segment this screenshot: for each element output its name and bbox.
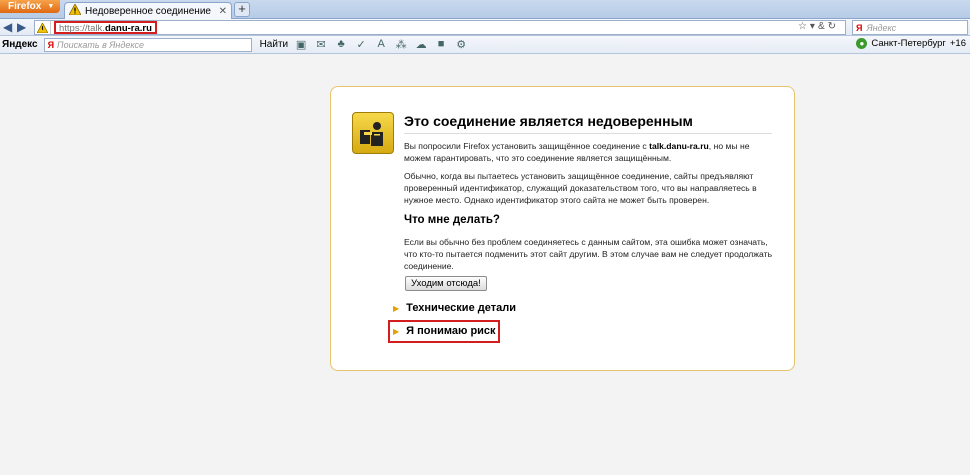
- yandex-find-button[interactable]: Найти: [260, 39, 289, 50]
- settings-gear-icon[interactable]: ⚙: [454, 38, 468, 51]
- understand-risks-expander[interactable]: ▶ Я понимаю риск: [393, 325, 496, 337]
- technical-details-label: Технические детали: [406, 302, 516, 314]
- intro-host: talk.danu-ra.ru: [649, 141, 709, 151]
- page-title: Это соединение является недоверенным: [404, 113, 772, 134]
- address-bar-icons: ☆▾&↻: [798, 21, 839, 32]
- yandex-tools: ▣ ✉ ♣ ✓ A ⁂ ☁ ■ ⚙: [294, 38, 468, 51]
- games-icon[interactable]: ♣: [334, 38, 348, 51]
- share-icon[interactable]: ⁂: [394, 38, 408, 51]
- navigation-toolbar: ◀ ▶ https://talk.danu-ra.ru ☆▾&↻ Я Яндек…: [0, 19, 970, 36]
- location-icon: ●: [856, 38, 868, 49]
- weather-widget[interactable]: ● Санкт-Петербург +16: [856, 38, 966, 49]
- error-page-container: Это соединение является недоверенным Вы …: [330, 86, 795, 371]
- translate-icon[interactable]: A: [374, 38, 388, 51]
- spellcheck-icon[interactable]: ✓: [354, 38, 368, 51]
- get-me-out-button[interactable]: Уходим отсюда!: [405, 276, 487, 291]
- mail-icon[interactable]: ✉: [314, 38, 328, 51]
- skin-icon[interactable]: ■: [434, 38, 448, 51]
- chevron-down-icon: ▼: [47, 3, 55, 10]
- url-text[interactable]: https://talk.danu-ra.ru: [54, 21, 157, 34]
- what-to-do-heading: Что мне делать?: [404, 214, 500, 226]
- page-content: Это соединение является недоверенным Вы …: [0, 55, 970, 475]
- url-prefix: https://talk.: [59, 23, 105, 34]
- search-placeholder: Яндекс: [866, 22, 897, 33]
- yandex-search-engine-icon[interactable]: Я: [856, 23, 862, 33]
- rss-icon[interactable]: &: [818, 21, 828, 32]
- search-input[interactable]: Я Яндекс: [852, 20, 968, 35]
- bookmark-star-icon[interactable]: ☆: [798, 21, 810, 32]
- dropdown-icon[interactable]: ▾: [810, 21, 818, 32]
- yandex-search-input[interactable]: Я Поискать в Яндексе: [43, 37, 252, 52]
- technical-details-expander[interactable]: ▶ Технические детали: [393, 302, 516, 314]
- firefox-menu-button[interactable]: Firefox ▼: [0, 0, 60, 13]
- yandex-icon: Я: [47, 39, 55, 50]
- yandex-search-placeholder: Поискать в Яндексе: [57, 39, 144, 50]
- close-tab-icon[interactable]: ✕: [219, 6, 227, 17]
- city-name: Санкт-Петербург: [871, 38, 946, 49]
- new-tab-button[interactable]: +: [234, 2, 250, 17]
- expand-arrow-icon: ▶: [393, 303, 400, 313]
- tab-strip: Firefox ▼ Недоверенное соединение ✕ +: [0, 0, 970, 19]
- bookmarks-icon[interactable]: ▣: [294, 38, 308, 51]
- yandex-logo[interactable]: Яндекс: [2, 39, 38, 50]
- tab-untrusted-connection[interactable]: Недоверенное соединение ✕: [64, 2, 232, 19]
- intro-text: Вы попросили Firefox установить защищённ…: [404, 140, 774, 164]
- policeman-warning-icon: [352, 112, 394, 154]
- forward-arrow-icon[interactable]: ▶: [17, 20, 26, 34]
- back-arrow-icon[interactable]: ◀: [3, 20, 12, 34]
- address-bar[interactable]: https://talk.danu-ra.ru ☆▾&↻: [34, 20, 846, 35]
- explanation-text: Обычно, когда вы пытаетесь установить за…: [404, 171, 757, 205]
- url-domain: danu-ra.ru: [104, 23, 152, 34]
- warning-icon: [68, 3, 82, 18]
- reload-icon[interactable]: ↻: [828, 21, 839, 32]
- yandex-toolbar: Яндекс Я Поискать в Яндексе Найти ▣ ✉ ♣ …: [0, 36, 970, 54]
- intro-part1: Вы попросили Firefox установить защищённ…: [404, 141, 650, 151]
- what-to-do-text: Если вы обычно без проблем соединяетесь …: [404, 237, 773, 271]
- site-identity-warning-icon[interactable]: [35, 21, 51, 34]
- temperature: +16: [949, 38, 966, 49]
- expand-arrow-icon: ▶: [393, 326, 400, 336]
- tab-title: Недоверенное соединение: [85, 5, 211, 17]
- firefox-menu-label: Firefox: [8, 1, 42, 12]
- chat-icon[interactable]: ☁: [414, 38, 428, 51]
- understand-risks-label: Я понимаю риск: [406, 325, 496, 337]
